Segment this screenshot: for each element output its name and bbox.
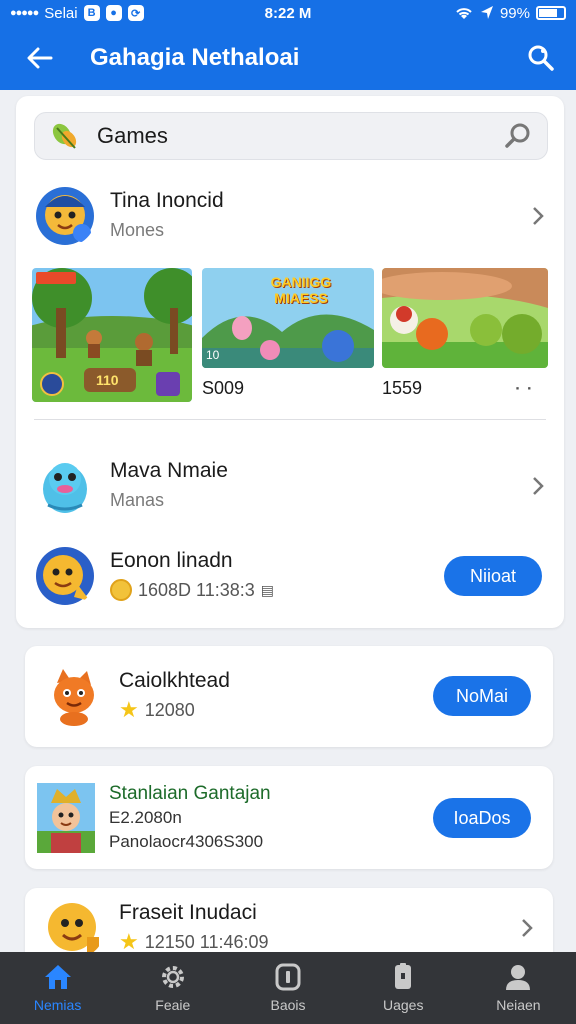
lock-icon: ▤: [260, 582, 274, 598]
action-button[interactable]: Niioat: [444, 556, 542, 596]
nav-item-usages[interactable]: Uages: [346, 952, 461, 1024]
nav-item-boxes[interactable]: Baois: [230, 952, 345, 1024]
page-title: Gahagia Nethaloai: [90, 44, 300, 71]
nav-label: Baois: [270, 997, 306, 1013]
nav-item-profile[interactable]: Neiaen: [461, 952, 576, 1024]
thumbnail-label: 1559: [382, 378, 423, 398]
app-bar: Gahagia Nethaloai: [0, 26, 576, 90]
back-arrow-icon: [27, 47, 53, 69]
leaf-icon: [52, 123, 77, 149]
item-title: Eonon linadn: [110, 549, 233, 572]
back-button[interactable]: [0, 26, 80, 90]
item-title: Stanlaian Gantajan: [109, 783, 271, 804]
nav-item-home[interactable]: Nemias: [0, 952, 115, 1024]
search-input[interactable]: [97, 123, 503, 149]
list-item[interactable]: Mava Nmaie Manas: [16, 446, 564, 526]
game-avatar: [43, 463, 87, 513]
game-avatar: [36, 187, 94, 245]
chevron-right-icon[interactable]: [518, 475, 558, 497]
item-title: Tina Inoncid: [110, 189, 224, 212]
action-button[interactable]: IoaDos: [433, 798, 531, 838]
item-title: Caiolkhtead: [119, 669, 230, 692]
action-button[interactable]: NoMai: [433, 676, 531, 716]
search-icon[interactable]: [503, 121, 533, 151]
game-card[interactable]: Caiolkhtead ★ 12080 NoMai: [25, 646, 553, 747]
game-avatar: [48, 903, 99, 957]
thumbnail-badge: 10: [206, 348, 220, 362]
item-line3: Panolaocr4306S300: [109, 832, 264, 851]
search-button[interactable]: [506, 26, 576, 90]
search-icon: [528, 45, 554, 71]
lock-icon: [395, 963, 412, 989]
item-title: Fraseit Inudaci: [119, 901, 257, 924]
item-subtitle: Mones: [110, 220, 165, 240]
bottom-navigation: Nemias Feaie Baois Uages Neiaen: [0, 952, 576, 1024]
item-title: Mava Nmaie: [110, 459, 228, 482]
carrier-label: Selai: [44, 4, 78, 22]
item-meta: ★ 12080: [119, 695, 433, 725]
thumbnail-badge: 110: [96, 372, 119, 388]
status-bar: ●●●●● Selai B ● ⟳ 8:22 M 99%: [0, 0, 576, 26]
list-item[interactable]: Stanlaian Gantajan E2.2080n Panolaocr430…: [25, 776, 553, 860]
game-thumbnail[interactable]: [382, 268, 548, 368]
home-icon: [44, 965, 71, 989]
chevron-right-icon[interactable]: [507, 917, 547, 939]
nav-label: Neiaen: [496, 997, 541, 1013]
games-card: Tina Inoncid Mones: [16, 96, 564, 628]
game-thumbnails: 110 GANIIGG MIAESS 10 S009 1559 ⠂⠂: [32, 268, 548, 404]
status-time: 8:22 M: [264, 4, 312, 22]
thumbnail-banner: GANIIGG MIAESS: [270, 274, 332, 306]
item-subtitle: Manas: [110, 490, 165, 510]
status-right: 99%: [366, 5, 566, 22]
slot-icon: [275, 963, 301, 991]
more-dots-icon[interactable]: ⠂⠂: [514, 380, 537, 400]
person-icon: [506, 965, 531, 990]
nav-label: Feaie: [155, 997, 191, 1013]
divider: [34, 419, 546, 420]
game-thumbnail[interactable]: GANIIGG MIAESS 10: [202, 268, 374, 368]
star-icon: ★: [119, 697, 139, 722]
thumbnail-label: S009: [202, 378, 245, 398]
sync-notification-icon: ⟳: [127, 5, 144, 21]
gear-icon: [161, 966, 184, 988]
list-item[interactable]: Caiolkhtead ★ 12080 NoMai: [25, 656, 553, 736]
list-item[interactable]: Fraseit Inudaci ★ 12150 11:46:09: [25, 896, 553, 960]
game-avatar: [36, 547, 94, 605]
list-item[interactable]: Eonon linadn 1608D 11:38:3 ▤ Niioat: [16, 540, 564, 612]
nav-label: Uages: [382, 997, 424, 1013]
list-item[interactable]: Tina Inoncid Mones: [16, 180, 564, 252]
app-notification-icon: B: [83, 5, 100, 21]
wifi-icon: [456, 8, 472, 19]
game-card[interactable]: Stanlaian Gantajan E2.2080n Panolaocr430…: [25, 766, 553, 869]
chat-notification-icon: ●: [105, 5, 122, 21]
status-left: ●●●●● Selai B ● ⟳: [10, 5, 210, 22]
chevron-right-icon[interactable]: [518, 205, 558, 227]
location-icon: [480, 6, 493, 19]
battery-percent: 99%: [499, 4, 530, 22]
search-bar[interactable]: [34, 112, 548, 160]
star-icon: ★: [119, 929, 139, 954]
nav-item-settings[interactable]: Feaie: [115, 952, 230, 1024]
game-avatar: [54, 669, 94, 726]
nav-label: Nemias: [33, 997, 82, 1013]
signal-dots-icon: ●●●●●: [10, 7, 39, 19]
item-meta-text: 1608D 11:38:3: [138, 580, 255, 600]
item-meta: 1608D 11:38:3 ▤: [110, 575, 444, 605]
game-cover-image: [37, 783, 95, 853]
item-meta-text: 12080: [144, 700, 195, 720]
item-line2: E2.2080n: [109, 808, 182, 827]
battery-icon: [536, 6, 566, 20]
game-thumbnail[interactable]: 110: [32, 268, 192, 402]
coin-icon: [110, 579, 132, 601]
